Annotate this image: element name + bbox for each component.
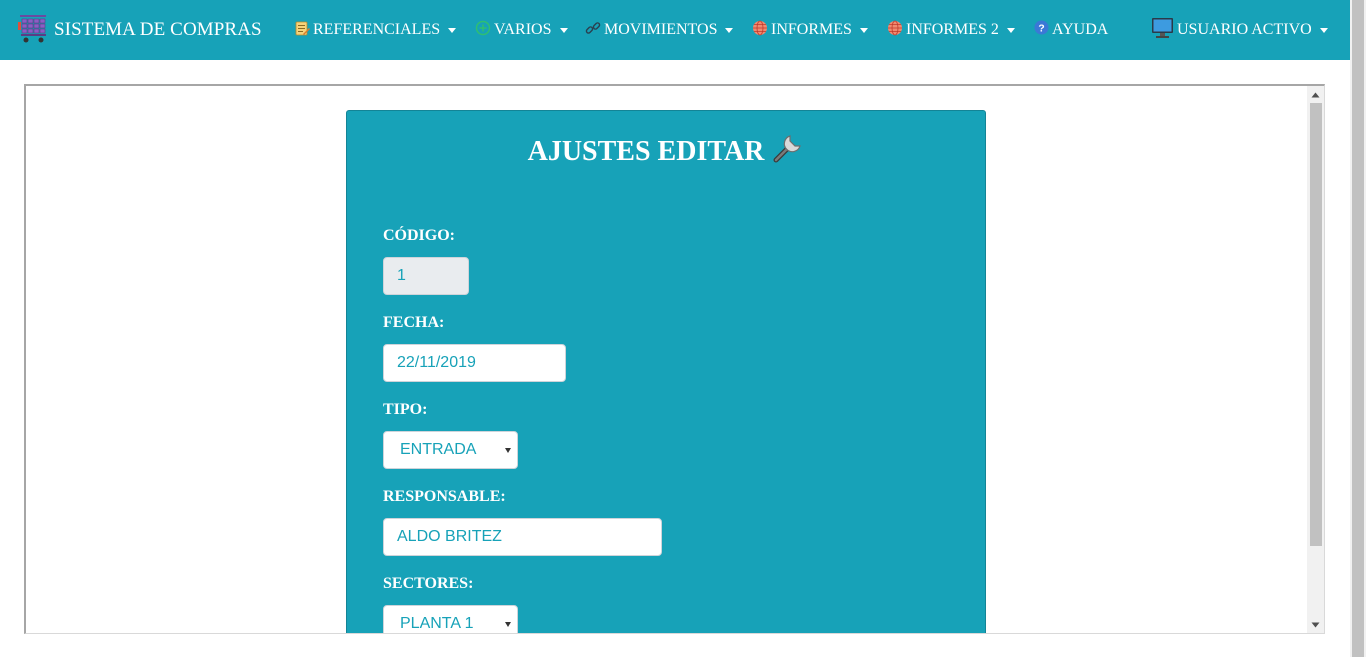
menu-label: VARIOS [494,21,552,38]
chevron-down-icon [725,28,734,33]
responsable-input[interactable]: ALDO BRITEZ [383,518,662,556]
menu-varios[interactable]: VARIOS [475,18,568,42]
page-title: AJUSTES EDITAR [527,136,765,167]
page-scrollbar-thumb[interactable] [1352,0,1364,657]
content-frame: AJUSTES EDITAR CÓDIGO: 1 FECHA: 22/11/20… [24,84,1325,634]
chevron-down-icon [859,28,868,33]
form-title-row: AJUSTES EDITAR [347,132,985,172]
responsable-label: RESPONSABLE: [383,488,506,505]
sectores-select[interactable]: PLANTA 1 [383,605,518,633]
brand[interactable]: SISTEMA DE COMPRAS [18,14,262,46]
globe-icon [887,20,903,41]
menu-movimientos[interactable]: MOVIMIENTOS [585,18,734,42]
frame-scrollbar[interactable] [1307,86,1324,633]
globe-icon [752,20,768,41]
page-scrollbar[interactable] [1350,0,1366,657]
chevron-down-icon [505,448,511,453]
chevron-down-icon [505,622,511,627]
menu-informes-2[interactable]: INFORMES 2 [887,18,1015,42]
scroll-down-arrow-icon[interactable] [1307,616,1324,633]
menu-label: MOVIMIENTOS [604,21,718,38]
navbar: SISTEMA DE COMPRAS REFERENCIALES VARIOS … [0,0,1350,60]
tipo-label: TIPO: [383,401,428,418]
menu-ayuda[interactable]: ? AYUDA [1034,18,1108,42]
chevron-down-icon [1319,28,1328,33]
help-icon: ? [1034,20,1049,40]
ajustes-form-card: AJUSTES EDITAR CÓDIGO: 1 FECHA: 22/11/20… [346,110,986,633]
monitor-icon [1151,17,1174,44]
sectores-selected: PLANTA 1 [400,615,474,632]
link-icon [585,20,601,41]
menu-usuario-activo[interactable]: USUARIO ACTIVO [1151,17,1328,44]
svg-text:?: ? [1038,23,1044,34]
sectores-label: SECTORES: [383,575,474,592]
menu-label: INFORMES [771,21,852,38]
scroll-up-arrow-icon[interactable] [1307,86,1324,103]
menu-referenciales[interactable]: REFERENCIALES [294,18,457,42]
brand-title: SISTEMA DE COMPRAS [54,19,262,40]
chevron-down-icon [1006,28,1015,33]
tipo-select[interactable]: ENTRADA [383,431,518,469]
shopping-cart-icon [18,12,48,49]
tipo-selected: ENTRADA [400,441,477,458]
wrench-icon [772,132,804,172]
frame-scrollbar-thumb[interactable] [1310,103,1322,546]
menu-label: USUARIO ACTIVO [1177,21,1312,38]
fecha-input[interactable]: 22/11/2019 [383,344,566,382]
codigo-input: 1 [383,257,469,295]
menu-label: REFERENCIALES [313,21,441,38]
plus-circle-icon [475,20,491,41]
menu-informes[interactable]: INFORMES [752,18,868,42]
menu-label: AYUDA [1052,21,1109,38]
chevron-down-icon [559,28,568,33]
menu-label: INFORMES 2 [906,21,999,38]
fecha-label: FECHA: [383,314,445,331]
chevron-down-icon [448,28,457,33]
clipboard-icon [294,20,310,41]
codigo-label: CÓDIGO: [383,227,455,244]
